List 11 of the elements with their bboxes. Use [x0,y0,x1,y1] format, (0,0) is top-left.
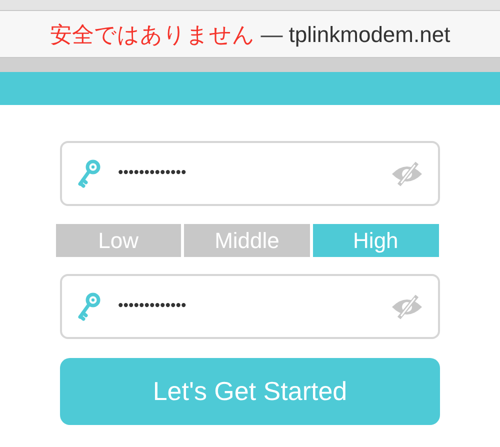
eye-slash-icon[interactable] [390,294,424,320]
strength-level: High [312,224,439,257]
key-icon [76,158,102,188]
address-bar[interactable]: 安全ではありません — tplinkmodem.net [0,10,500,58]
password-field[interactable]: ••••••••••••• [118,162,374,185]
security-warning: 安全ではありません [50,20,255,48]
key-icon [76,292,102,322]
domain-text: tplinkmodem.net [288,20,450,49]
separator-text: — [260,20,283,48]
eye-slash-icon[interactable] [390,160,424,186]
password-field[interactable]: ••••••••••••• [118,295,374,318]
